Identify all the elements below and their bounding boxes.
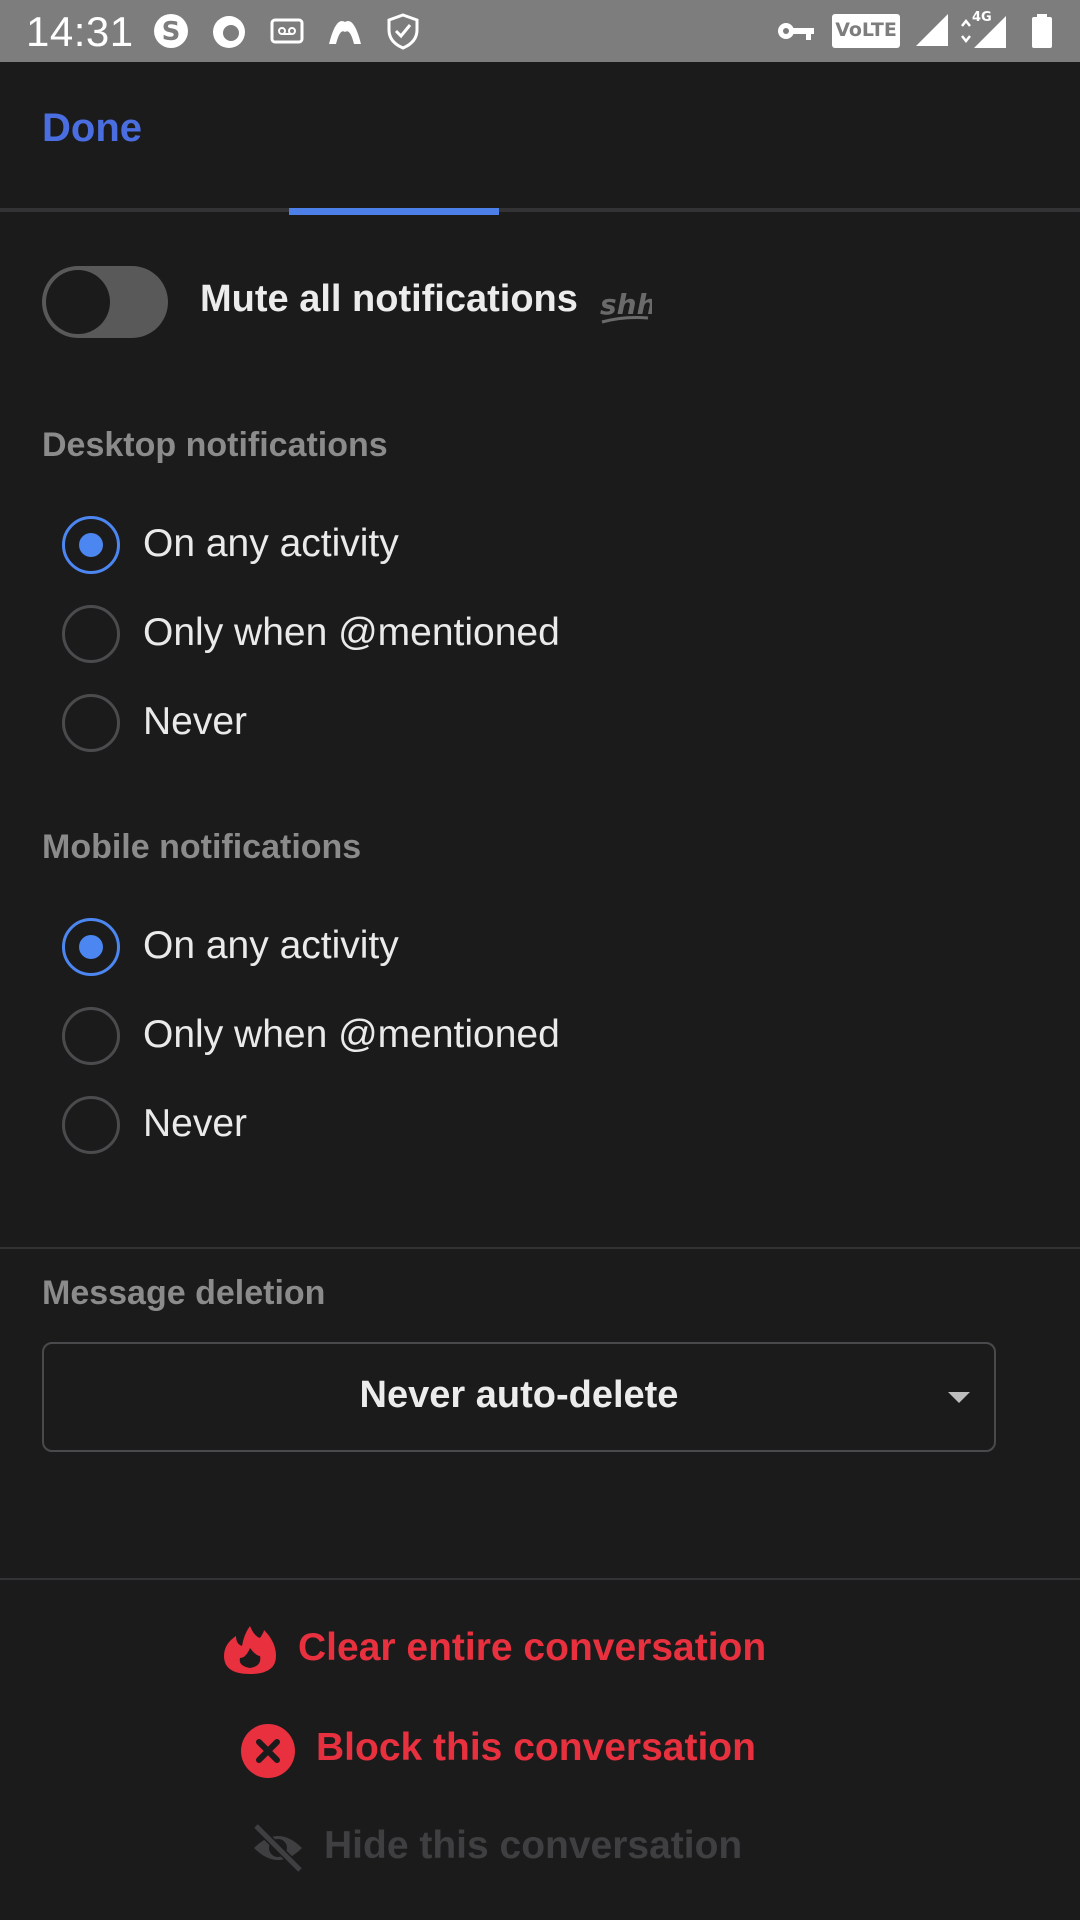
shield-check-icon (387, 13, 419, 50)
vpn-key-icon (778, 23, 814, 40)
block-conversation-button[interactable]: Block this conversation (240, 1722, 760, 1782)
dropdown-value: Never auto-delete (359, 1374, 679, 1416)
desktop-option-never[interactable]: Never (62, 694, 762, 754)
radio-label: Only when @mentioned (143, 611, 560, 654)
radio-selected-icon (62, 516, 120, 574)
clear-conversation-button[interactable]: Clear entire conversation (222, 1622, 782, 1682)
volte-label: VoLTE (835, 19, 897, 41)
clear-conversation-label: Clear entire conversation (298, 1626, 767, 1669)
fire-icon (224, 1626, 276, 1674)
header: Done (0, 62, 1080, 210)
block-conversation-label: Block this conversation (316, 1726, 756, 1769)
mute-label: Mute all notifications (200, 278, 578, 320)
mobile-option-mentioned[interactable]: Only when @mentioned (62, 1007, 762, 1067)
radio-unselected-icon (62, 605, 120, 663)
message-deletion-select[interactable]: Never auto-delete (42, 1342, 996, 1452)
eye-off-icon (253, 1823, 303, 1873)
tab-indicator (289, 208, 499, 215)
radio-unselected-icon (62, 1096, 120, 1154)
radio-label: Only when @mentioned (143, 1013, 560, 1056)
svg-text:S: S (162, 17, 181, 47)
mute-toggle[interactable] (42, 266, 168, 338)
section-divider (0, 1578, 1080, 1580)
signal-4g-icon (961, 16, 1006, 48)
radio-label: Never (143, 1102, 248, 1145)
status-bar: 14:31 S VoLTE 4G (0, 0, 1080, 62)
mute-toggle-knob (46, 270, 110, 334)
radio-unselected-icon (62, 694, 120, 752)
radio-label: On any activity (143, 924, 399, 967)
block-icon (241, 1724, 295, 1778)
skype-icon: S (154, 14, 188, 48)
radio-unselected-icon (62, 1007, 120, 1065)
battery-icon (1032, 14, 1052, 48)
done-button[interactable]: Done (42, 106, 142, 151)
desktop-notifications-heading: Desktop notifications (42, 426, 388, 464)
hide-conversation-label: Hide this conversation (324, 1824, 743, 1867)
volte-badge: VoLTE (832, 14, 900, 48)
mobile-notifications-heading: Mobile notifications (42, 828, 362, 866)
radio-selected-icon (62, 918, 120, 976)
caret-down-icon (948, 1392, 970, 1403)
header-divider (0, 208, 1080, 212)
shh-icon: shh (600, 288, 652, 324)
desktop-option-mentioned[interactable]: Only when @mentioned (62, 605, 762, 665)
hide-conversation-button[interactable]: Hide this conversation (250, 1820, 770, 1880)
desktop-option-any-activity[interactable]: On any activity (62, 516, 762, 576)
firefox-icon (213, 16, 245, 48)
svg-text:shh: shh (600, 288, 652, 321)
radio-label: Never (143, 700, 248, 743)
radio-label: On any activity (143, 522, 399, 565)
mountain-app-icon (329, 20, 361, 44)
message-deletion-heading: Message deletion (42, 1274, 326, 1312)
section-divider (0, 1247, 1080, 1249)
mobile-option-never[interactable]: Never (62, 1096, 762, 1156)
mobile-option-any-activity[interactable]: On any activity (62, 918, 762, 978)
status-time: 14:31 (26, 8, 134, 55)
voicemail-icon (270, 18, 304, 44)
signal-icon (916, 14, 948, 46)
